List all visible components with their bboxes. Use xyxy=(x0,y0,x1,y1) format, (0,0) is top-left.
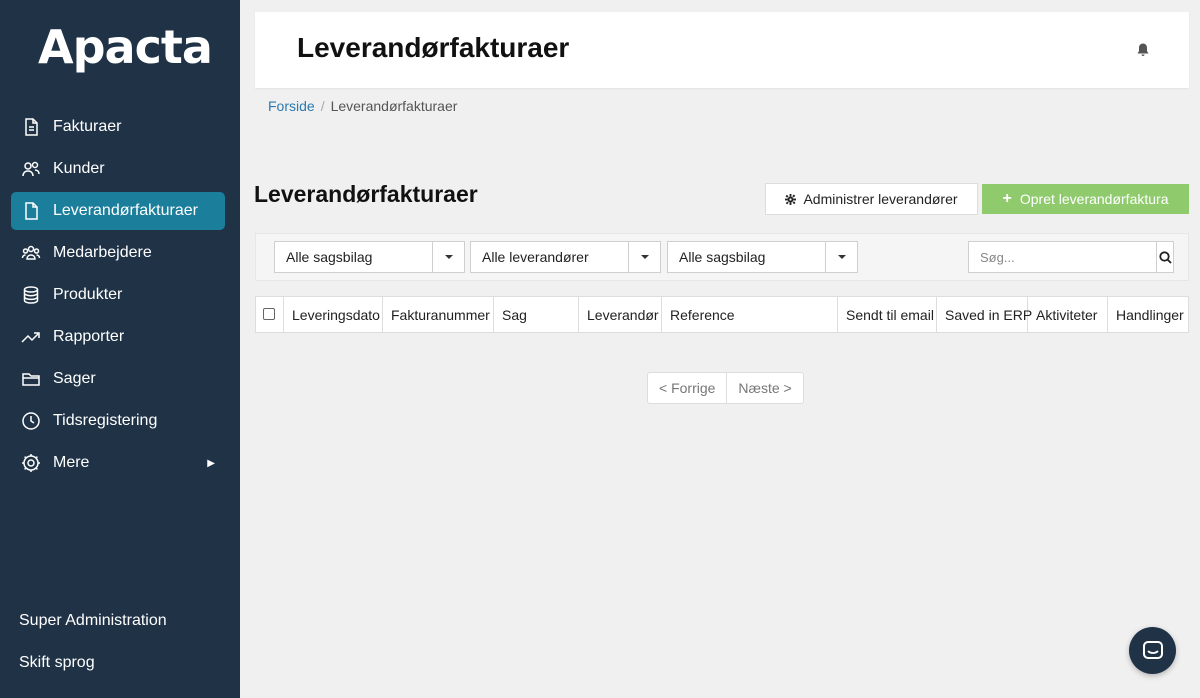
select-all-checkbox[interactable] xyxy=(263,307,275,320)
sidebar-item-label: Kunder xyxy=(53,160,105,177)
document-icon xyxy=(21,117,41,137)
column-header-sendt-til-email[interactable]: Sendt til email xyxy=(838,297,937,332)
database-icon xyxy=(21,285,41,305)
bell-icon[interactable] xyxy=(1135,42,1151,58)
breadcrumb-current: Leverandørfakturaer xyxy=(330,98,458,114)
sidebar-item-sager[interactable]: Sager xyxy=(11,360,225,398)
create-supplier-invoice-button[interactable]: + Opret leverandørfaktura xyxy=(982,184,1189,214)
sidebar-nav: Fakturaer Kunder Leverandørfakturaer Med… xyxy=(11,108,225,486)
column-header-handlinger[interactable]: Handlinger xyxy=(1108,297,1188,332)
section-title: Leverandørfakturaer xyxy=(254,181,478,207)
gear-icon xyxy=(21,453,41,473)
chat-icon xyxy=(1142,640,1163,659)
breadcrumb: Forside / Leverandørfakturaer xyxy=(268,98,457,114)
column-header-sag[interactable]: Sag xyxy=(494,297,579,332)
column-header-reference[interactable]: Reference xyxy=(662,297,838,332)
sidebar-item-medarbejdere[interactable]: Medarbejdere xyxy=(11,234,225,272)
sidebar-item-rapporter[interactable]: Rapporter xyxy=(11,318,225,356)
administer-suppliers-label: Administrer leverandører xyxy=(803,191,958,207)
page-header: Leverandørfakturaer xyxy=(255,12,1189,88)
filter-select-leverandorer[interactable]: Alle leverandører xyxy=(470,241,661,273)
apacta-logo[interactable]: Apacta xyxy=(38,20,213,74)
page-title: Leverandørfakturaer xyxy=(297,32,570,63)
breadcrumb-home[interactable]: Forside xyxy=(268,98,315,114)
sidebar-item-label: Produkter xyxy=(53,286,123,303)
column-header-saved-in-erp[interactable]: Saved in ERP xyxy=(937,297,1032,332)
invoice-table: Leveringsdato Fakturanummer Sag Leverand… xyxy=(255,296,1189,333)
super-administration-link[interactable]: Super Administration xyxy=(19,612,167,630)
search-button[interactable] xyxy=(1157,241,1174,273)
chevron-down-icon[interactable] xyxy=(628,242,660,272)
pagination-next[interactable]: Næste > xyxy=(726,373,802,403)
create-supplier-invoice-label: Opret leverandørfaktura xyxy=(1019,191,1169,207)
trending-up-icon xyxy=(21,327,41,347)
column-header-aktiviteter[interactable]: Aktiviteter xyxy=(1028,297,1108,332)
plus-icon: + xyxy=(1002,190,1012,207)
select-all-cell xyxy=(256,297,284,332)
gear-icon xyxy=(785,193,797,205)
change-language-label: Skift sprog xyxy=(19,654,95,671)
filter-bar: Alle sagsbilag Alle leverandører Alle sa… xyxy=(255,233,1189,281)
sidebar-item-label: Fakturaer xyxy=(53,118,122,135)
users-icon xyxy=(21,159,41,179)
sidebar-item-kunder[interactable]: Kunder xyxy=(11,150,225,188)
folder-icon xyxy=(21,369,41,389)
clock-icon xyxy=(21,411,41,431)
column-header-leverandor[interactable]: Leverandør xyxy=(579,297,662,332)
sidebar-item-label: Medarbejdere xyxy=(53,244,152,261)
sidebar-item-mere[interactable]: Mere ▶ xyxy=(11,444,225,482)
filter-select-sagsbilag[interactable]: Alle sagsbilag xyxy=(274,241,465,273)
caret-right-icon: ▶ xyxy=(207,457,215,469)
search-icon xyxy=(1158,250,1172,264)
chevron-down-icon[interactable] xyxy=(825,242,857,272)
administer-suppliers-button[interactable]: Administrer leverandører xyxy=(765,183,978,215)
filter-select-value: Alle sagsbilag xyxy=(286,249,373,265)
group-icon xyxy=(21,243,41,263)
file-icon xyxy=(21,201,41,221)
chevron-down-icon[interactable] xyxy=(432,242,464,272)
sidebar: Apacta Fakturaer Kunder Leverandørfaktur… xyxy=(0,0,240,698)
super-administration-label: Super Administration xyxy=(19,612,167,629)
filter-select-sagsbilag-2[interactable]: Alle sagsbilag xyxy=(667,241,858,273)
sidebar-item-label: Leverandørfakturaer xyxy=(53,202,198,219)
sidebar-item-label: Rapporter xyxy=(53,328,125,345)
sidebar-item-leverandorfakturaer[interactable]: Leverandørfakturaer xyxy=(11,192,225,230)
chat-widget-button[interactable] xyxy=(1129,627,1176,674)
search-group xyxy=(968,241,1174,273)
filter-select-value: Alle leverandører xyxy=(482,249,589,265)
filter-select-value: Alle sagsbilag xyxy=(679,249,766,265)
pagination: < Forrige Næste > xyxy=(647,372,804,404)
breadcrumb-separator: / xyxy=(320,98,325,114)
sidebar-item-label: Mere xyxy=(53,454,90,471)
column-header-fakturanummer[interactable]: Fakturanummer xyxy=(383,297,494,332)
sidebar-item-label: Tidsregistering xyxy=(53,412,158,429)
column-header-leveringsdato[interactable]: Leveringsdato xyxy=(284,297,383,332)
sidebar-item-produkter[interactable]: Produkter xyxy=(11,276,225,314)
sidebar-item-fakturaer[interactable]: Fakturaer xyxy=(11,108,225,146)
pagination-prev[interactable]: < Forrige xyxy=(648,373,726,403)
search-input[interactable] xyxy=(968,241,1157,273)
change-language-link[interactable]: Skift sprog xyxy=(19,654,95,672)
sidebar-item-label: Sager xyxy=(53,370,96,387)
sidebar-item-tidsregistering[interactable]: Tidsregistering xyxy=(11,402,225,440)
